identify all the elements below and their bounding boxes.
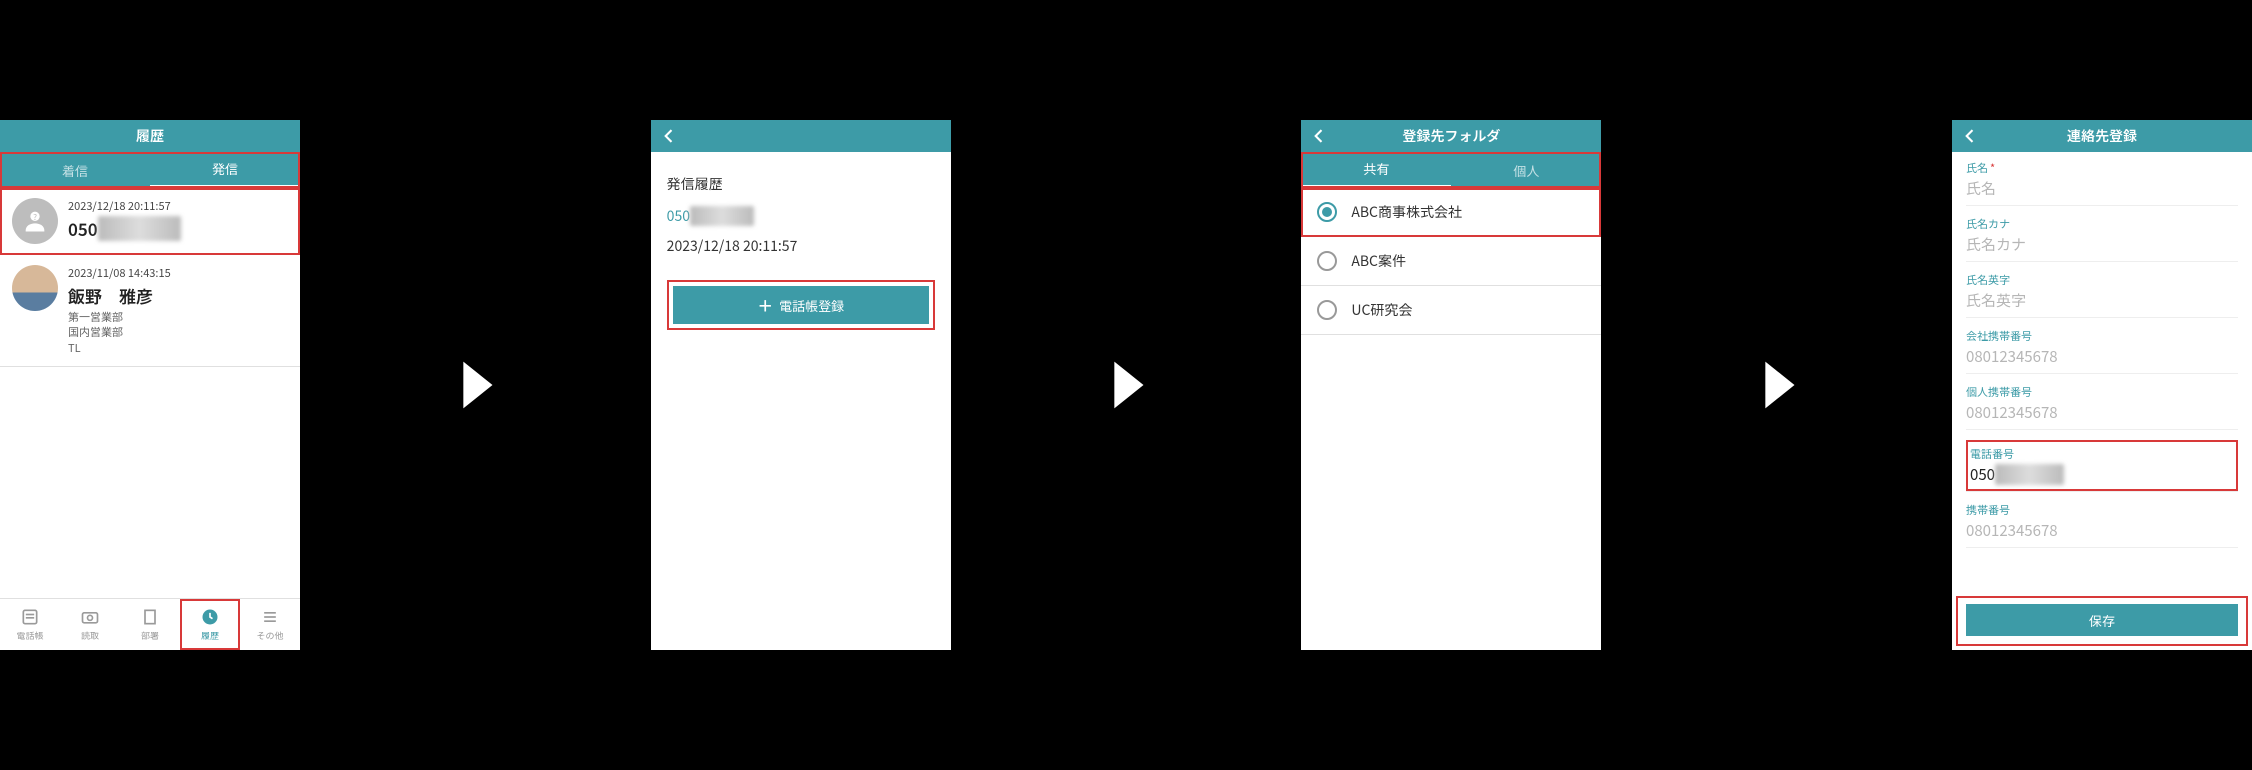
phonebook-icon	[19, 607, 41, 627]
entry-highlight: ? 2023/12/18 20:11:57 050XXXXXXXX	[0, 188, 300, 255]
avatar-photo	[12, 265, 58, 311]
entry-sub: 第一営業部 国内営業部 TL	[68, 310, 288, 356]
plus-icon: ＋	[757, 293, 773, 317]
folder-option[interactable]: ABC商事株式会社	[1301, 188, 1601, 237]
bottom-nav: 電話帳 読取 部署 履歴 その他	[0, 598, 300, 650]
nav-scan[interactable]: 読取	[60, 599, 120, 650]
flow-arrow-icon	[1601, 340, 1952, 430]
save-highlight: 保存	[1956, 596, 2248, 646]
page-title: 登録先フォルダ	[1402, 126, 1500, 146]
entry-meta: 2023/11/08 14:43:15 飯野 雅彦 第一営業部 国内営業部 TL	[68, 265, 288, 356]
nav-phonebook[interactable]: 電話帳	[0, 599, 60, 650]
titlebar: 連絡先登録	[1952, 120, 2252, 152]
register-phonebook-button[interactable]: ＋ 電話帳登録	[673, 286, 929, 324]
clock-icon	[199, 607, 221, 627]
history-tabs: 着信 発信	[0, 152, 300, 188]
back-button[interactable]	[1309, 120, 1329, 152]
field-kana[interactable]: 氏名カナ 氏名カナ	[1966, 216, 2238, 262]
nav-history[interactable]: 履歴	[180, 599, 240, 650]
tab-incoming[interactable]: 着信	[0, 152, 150, 188]
entry-timestamp: 2023/12/18 20:11:57	[68, 198, 288, 214]
eiji-input[interactable]: 氏名英字	[1966, 290, 2238, 311]
back-button[interactable]	[659, 120, 679, 152]
page-title: 連絡先登録	[2067, 126, 2137, 146]
folder-tabs-highlight: 共有 個人	[1301, 152, 1601, 188]
folder-name: ABC商事株式会社	[1351, 202, 1462, 222]
radio-icon	[1317, 251, 1337, 271]
camera-icon	[79, 607, 101, 627]
nav-dept[interactable]: 部署	[120, 599, 180, 650]
detail-number[interactable]: 050XXXXXXXX	[667, 206, 935, 226]
radio-checked-icon	[1317, 202, 1337, 222]
folder-option[interactable]: ABC案件	[1301, 237, 1601, 286]
entry-name: 飯野 雅彦	[68, 283, 288, 308]
folder-tabs: 共有 個人	[1301, 152, 1601, 188]
history-entry[interactable]: 2023/11/08 14:43:15 飯野 雅彦 第一営業部 国内営業部 TL	[0, 255, 300, 367]
entry-number: 050XXXXXXXX	[68, 216, 288, 241]
menu-icon	[259, 607, 281, 627]
field-eiji[interactable]: 氏名英字 氏名英字	[1966, 272, 2238, 318]
titlebar: 履歴	[0, 120, 300, 152]
flow-arrow-icon	[300, 340, 651, 430]
save-button[interactable]: 保存	[1966, 604, 2238, 636]
tel-input[interactable]: 050XXXXXXXX	[1970, 464, 2234, 485]
tab-outgoing[interactable]: 発信	[150, 152, 300, 188]
field-tel-highlight: 電話番号 050XXXXXXXX	[1966, 440, 2238, 492]
name-input[interactable]: 氏名	[1966, 178, 2238, 199]
entry-meta: 2023/12/18 20:11:57 050XXXXXXXX	[68, 198, 288, 244]
radio-icon	[1317, 300, 1337, 320]
field-corp-mobile[interactable]: 会社携帯番号 08012345678	[1966, 328, 2238, 374]
tab-personal[interactable]: 個人	[1451, 152, 1601, 188]
field-name[interactable]: 氏名* 氏名	[1966, 160, 2238, 206]
pers-mobile-input[interactable]: 08012345678	[1966, 402, 2238, 423]
screen-contact-form: 連絡先登録 氏名* 氏名 氏名カナ 氏名カナ 氏名英字 氏名英字 会社携帯番号 …	[1952, 120, 2252, 650]
back-button[interactable]	[1960, 120, 1980, 152]
register-highlight: ＋ 電話帳登録	[667, 280, 935, 330]
corp-mobile-input[interactable]: 08012345678	[1966, 346, 2238, 367]
screen-folder: 登録先フォルダ 共有 個人 ABC商事株式会社 ABC案件 UC研究会	[1301, 120, 1601, 650]
screen-history: 履歴 着信 発信 ? 2023/12/18 20:11:57 050XXXXXX…	[0, 120, 300, 650]
field-mobile[interactable]: 携帯番号 08012345678	[1966, 502, 2238, 548]
titlebar	[651, 120, 951, 152]
flow-arrow-icon	[951, 340, 1302, 430]
tabs-highlight: 着信 発信	[0, 152, 300, 188]
svg-text:?: ?	[33, 212, 37, 223]
page-title: 履歴	[136, 126, 164, 146]
field-pers-mobile[interactable]: 個人携帯番号 08012345678	[1966, 384, 2238, 430]
folder-row-highlight: ABC商事株式会社	[1301, 188, 1601, 237]
avatar-unknown-icon: ?	[12, 198, 58, 244]
history-entry[interactable]: ? 2023/12/18 20:11:57 050XXXXXXXX	[0, 188, 300, 255]
folder-option[interactable]: UC研究会	[1301, 286, 1601, 335]
nav-other[interactable]: その他	[240, 599, 300, 650]
titlebar: 登録先フォルダ	[1301, 120, 1601, 152]
contact-form: 氏名* 氏名 氏名カナ 氏名カナ 氏名英字 氏名英字 会社携帯番号 080123…	[1952, 152, 2252, 596]
screen-detail: 発信履歴 050XXXXXXXX 2023/12/18 20:11:57 ＋ 電…	[651, 120, 951, 650]
folder-name: UC研究会	[1351, 300, 1412, 320]
kana-input[interactable]: 氏名カナ	[1966, 234, 2238, 255]
building-icon	[139, 607, 161, 627]
section-title: 発信履歴	[667, 174, 935, 194]
folder-name: ABC案件	[1351, 251, 1406, 271]
mobile-input[interactable]: 08012345678	[1966, 520, 2238, 541]
entry-timestamp: 2023/11/08 14:43:15	[68, 265, 288, 281]
detail-content: 発信履歴 050XXXXXXXX 2023/12/18 20:11:57 ＋ 電…	[651, 152, 951, 650]
tab-shared[interactable]: 共有	[1301, 152, 1451, 188]
required-mark: *	[1990, 160, 1995, 176]
detail-datetime: 2023/12/18 20:11:57	[667, 236, 935, 256]
